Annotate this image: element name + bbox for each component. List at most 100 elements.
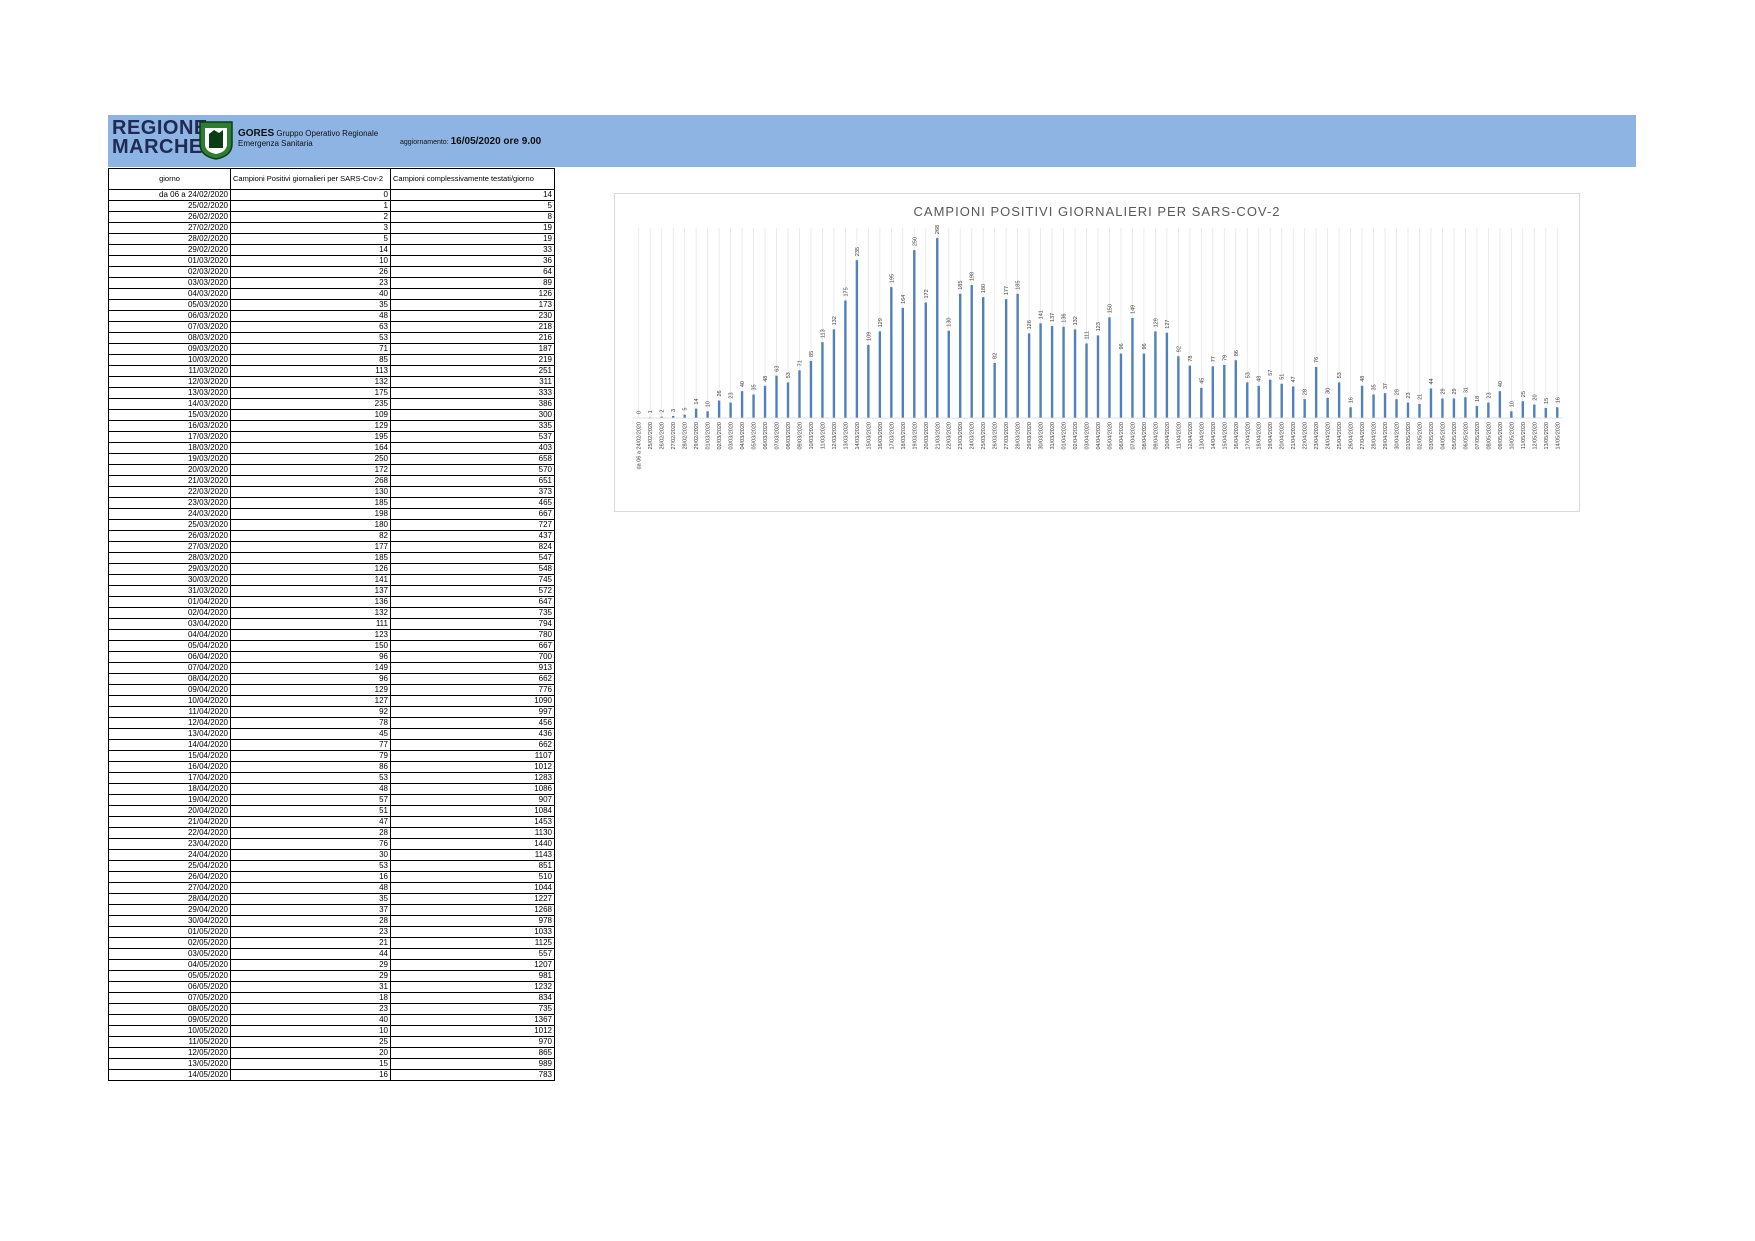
date-cell: 28/04/2020 [108,893,231,905]
positivi-cell: 195 [230,431,391,443]
table-row: 13/04/2020 45 436 [108,728,555,740]
table-row: 28/02/2020 5 19 [108,233,555,245]
data-label: 78 [1188,356,1194,362]
positivi-cell: 123 [230,629,391,641]
positivi-cell: 53 [230,860,391,872]
positivi-cell: 78 [230,717,391,729]
x-tick-label: 17/03/2020 [889,422,895,450]
positivi-cell: 31 [230,981,391,993]
data-label: 53 [1337,372,1343,378]
date-cell: 09/03/2020 [108,343,231,355]
table-row: 04/03/2020 40 126 [108,288,555,300]
table-row: 01/04/2020 136 647 [108,596,555,608]
table-row: 19/04/2020 57 907 [108,794,555,806]
x-tick-label: 03/04/2020 [1085,422,1091,450]
table-row: 07/03/2020 63 218 [108,321,555,333]
chart-bar [1475,405,1479,418]
table-row: 25/03/2020 180 727 [108,519,555,531]
positivi-cell: 15 [230,1058,391,1070]
chart-bar [1200,387,1203,418]
table-row: 05/04/2020 150 667 [108,640,555,652]
testati-cell: 1084 [390,805,555,817]
date-cell: 13/05/2020 [108,1058,231,1070]
chart-bar [1131,317,1134,418]
positivi-cell: 48 [230,783,391,795]
table-row: 17/04/2020 53 1283 [108,772,555,784]
testati-cell: 745 [390,574,555,586]
x-tick-label: 05/05/2020 [1452,422,1458,450]
chart-bar [1521,401,1525,418]
table-row: 26/03/2020 82 437 [108,530,555,542]
x-tick-label: 23/04/2020 [1314,422,1320,450]
date-cell: 02/03/2020 [108,266,231,278]
date-cell: 01/03/2020 [108,255,231,267]
positivi-cell: 0 [230,189,391,201]
testati-cell: 1130 [390,827,555,839]
x-tick-label: 19/04/2020 [1268,422,1274,450]
data-label: 51 [1280,374,1286,380]
x-tick-label: 01/05/2020 [1406,422,1412,450]
data-label: 20 [1532,394,1538,400]
x-tick-label: 08/04/2020 [1142,422,1148,450]
chart-bar [729,402,732,418]
testati-cell: 834 [390,992,555,1004]
regione-marche-emblem-icon [199,121,233,160]
table-row: 09/03/2020 71 187 [108,343,555,355]
positivi-cell: 180 [230,519,391,531]
data-label: 23 [1406,392,1412,398]
positivi-cell: 132 [230,376,391,388]
positivi-cell: 5 [230,233,391,245]
x-tick-label: 06/05/2020 [1463,422,1469,450]
data-label: 268 [935,225,941,234]
testati-cell: 5 [390,200,555,212]
chart-bar [763,385,767,418]
table-row: 29/02/2020 14 33 [108,244,555,256]
data-label: 40 [740,381,746,387]
table-row: 06/05/2020 31 1232 [108,981,555,993]
data-label: 1 [648,410,654,413]
testati-cell: 33 [390,244,555,256]
testati-cell: 1283 [390,772,555,784]
chart-bar [752,394,755,418]
chart-bar [809,360,813,418]
chart-bar [1188,365,1192,418]
testati-cell: 970 [390,1036,555,1048]
chart-bar [740,391,744,418]
data-label: 113 [820,329,826,338]
table-row: 14/03/2020 235 386 [108,398,555,410]
chart-bar [1314,366,1318,418]
chart-bar [1406,402,1410,418]
table-row: 04/04/2020 123 780 [108,629,555,641]
testati-cell: 8 [390,211,555,223]
positivi-cell: 136 [230,596,391,608]
chart-bar [832,329,836,418]
chart-bar [1085,343,1088,418]
testati-cell: 373 [390,486,555,498]
testati-cell: 1143 [390,849,555,861]
data-label: 48 [1257,376,1263,382]
x-tick-label: 20/03/2020 [924,422,930,450]
data-label: 123 [1096,322,1102,331]
date-cell: 07/05/2020 [108,992,231,1004]
positivi-cell: 16 [230,871,391,883]
testati-cell: 727 [390,519,555,531]
table-row: 30/04/2020 28 978 [108,915,555,927]
chart-bar [1027,333,1031,418]
table-row: 15/04/2020 79 1107 [108,750,555,762]
testati-cell: 865 [390,1047,555,1059]
date-cell: 03/05/2020 [108,948,231,960]
table-row: 31/03/2020 137 572 [108,585,555,597]
testati-cell: 851 [390,860,555,872]
table-row: 29/04/2020 37 1268 [108,904,555,916]
testati-cell: 386 [390,398,555,410]
positivi-cell: 1 [230,200,391,212]
chart-bar [1291,386,1295,418]
data-label: 149 [1130,305,1136,314]
testati-cell: 1044 [390,882,555,894]
update-info: aggiornamento: 16/05/2020 ore 9.00 [400,136,541,147]
data-label: 26 [717,390,723,396]
data-label: 132 [1073,316,1079,325]
table-row: 18/04/2020 48 1086 [108,783,555,795]
x-tick-label: 04/03/2020 [740,422,746,450]
data-label: 57 [1268,370,1274,376]
